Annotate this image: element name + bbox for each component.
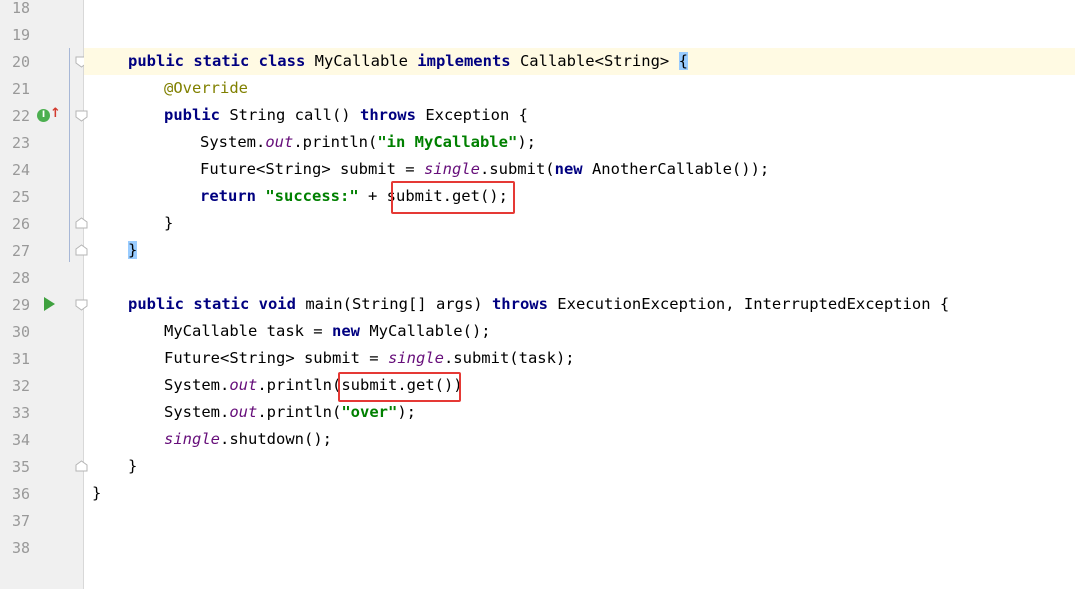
line-number: 27 xyxy=(12,242,31,260)
code-line: } xyxy=(128,237,138,264)
line-number: 29 xyxy=(12,296,31,314)
line-number: 33 xyxy=(12,404,31,422)
fold-end-icon[interactable] xyxy=(75,460,88,472)
line-number: 18 xyxy=(12,0,31,17)
line-number: 21 xyxy=(12,80,31,98)
code-line: single.shutdown(); xyxy=(164,430,332,448)
fold-start-icon[interactable] xyxy=(75,299,88,311)
code-line: public static class MyCallable implement… xyxy=(128,52,688,70)
implements-marker-icon[interactable]: I xyxy=(37,109,50,122)
line-number: 38 xyxy=(12,539,31,557)
override-arrow-icon[interactable]: ↑ xyxy=(50,106,61,121)
matched-brace: } xyxy=(128,241,138,259)
code-line: } xyxy=(92,484,102,502)
method-scope-indicator xyxy=(69,48,70,262)
code-line: Future<String> submit = single.submit(ne… xyxy=(200,160,770,178)
code-line: MyCallable task = new MyCallable(); xyxy=(164,322,491,340)
editor-gutter: 18 19 20 21 22 23 24 25 26 27 28 29 30 3… xyxy=(0,0,84,589)
line-number: 34 xyxy=(12,431,31,449)
line-number: 30 xyxy=(12,323,31,341)
highlight-box-submit-get-callable xyxy=(391,181,515,214)
line-number: 28 xyxy=(12,269,31,287)
line-number: 37 xyxy=(12,512,31,530)
line-number: 26 xyxy=(12,215,31,233)
line-number: 23 xyxy=(12,134,31,152)
code-line: Future<String> submit = single.submit(ta… xyxy=(164,349,575,367)
line-number: 19 xyxy=(12,26,31,44)
line-number: 25 xyxy=(12,188,31,206)
line-number: 36 xyxy=(12,485,31,503)
line-number: 20 xyxy=(12,53,31,71)
code-line: } xyxy=(164,214,174,232)
highlight-box-submit-get-main xyxy=(338,372,461,402)
fold-end-icon[interactable] xyxy=(75,244,88,256)
code-line: public String call() throws Exception { xyxy=(164,106,528,124)
line-number: 32 xyxy=(12,377,31,395)
code-line: System.out.println("in MyCallable"); xyxy=(200,133,536,151)
fold-start-icon[interactable] xyxy=(75,110,88,122)
fold-end-icon[interactable] xyxy=(75,217,88,229)
code-line: } xyxy=(128,457,138,475)
line-number: 24 xyxy=(12,161,31,179)
line-number: 35 xyxy=(12,458,31,476)
code-line: @Override xyxy=(164,79,248,97)
line-number: 31 xyxy=(12,350,31,368)
run-main-icon[interactable] xyxy=(44,297,55,311)
matched-brace: { xyxy=(678,52,688,70)
code-line: System.out.println("over"); xyxy=(164,403,416,421)
code-line: public static void main(String[] args) t… xyxy=(128,295,950,313)
